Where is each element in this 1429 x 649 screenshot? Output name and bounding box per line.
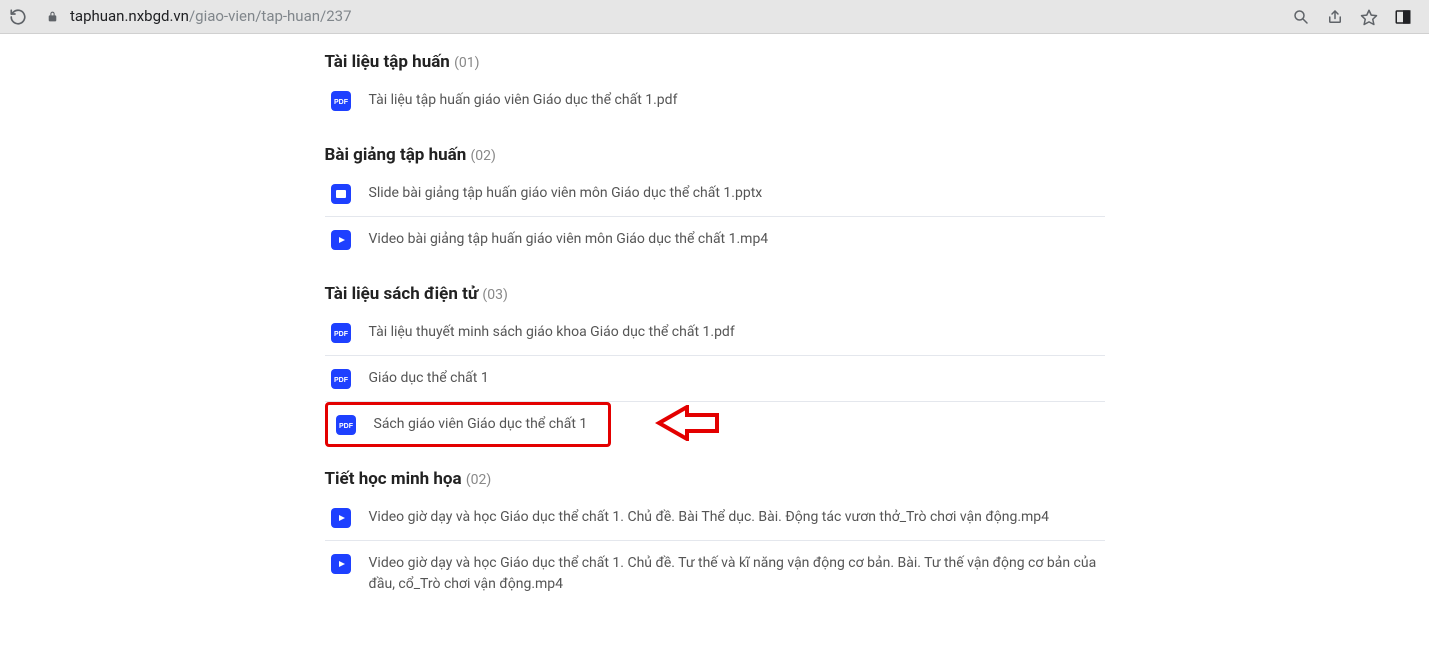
url-host: taphuan.nxbgd.vn xyxy=(70,9,189,24)
file-item[interactable]: Video giờ dạy và học Giáo dục thể chất 1… xyxy=(325,541,1105,607)
video-icon xyxy=(331,230,351,250)
url-path: /giao-vien/tap-huan/237 xyxy=(189,9,352,24)
pptx-icon xyxy=(331,184,351,204)
file-label: Tài liệu thuyết minh sách giáo khoa Giáo… xyxy=(369,322,735,343)
file-item[interactable]: PDF Tài liệu thuyết minh sách giáo khoa … xyxy=(325,310,1105,356)
section-count: (01) xyxy=(454,55,479,71)
video-icon xyxy=(331,554,351,574)
section-bai-giang-tap-huan: Bài giảng tập huấn (02) Slide bài giảng … xyxy=(325,145,1105,262)
file-label: Video giờ dạy và học Giáo dục thể chất 1… xyxy=(369,507,1050,528)
highlight-annotation: PDF Sách giáo viên Giáo dục thể chất 1 xyxy=(325,402,611,447)
svg-text:PDF: PDF xyxy=(339,423,353,430)
file-item[interactable]: Slide bài giảng tập huấn giáo viên môn G… xyxy=(325,171,1105,217)
section-tai-lieu-tap-huan: Tài liệu tập huấn (01) PDF Tài liệu tập … xyxy=(325,52,1105,123)
zoom-icon[interactable] xyxy=(1291,7,1311,27)
arrow-left-icon xyxy=(655,405,719,441)
section-header: Tài liệu sách điện tử (03) xyxy=(325,284,1105,310)
section-header: Tài liệu tập huấn (01) xyxy=(325,52,1105,78)
section-tai-lieu-sach-dien-tu: Tài liệu sách điện tử (03) PDF Tài liệu … xyxy=(325,284,1105,447)
file-label: Video giờ dạy và học Giáo dục thể chất 1… xyxy=(369,553,1099,595)
page-content: Tài liệu tập huấn (01) PDF Tài liệu tập … xyxy=(0,34,1429,629)
file-item[interactable]: PDF Tài liệu tập huấn giáo viên Giáo dục… xyxy=(325,78,1105,123)
file-label: Slide bài giảng tập huấn giáo viên môn G… xyxy=(369,183,763,204)
section-count: (02) xyxy=(466,472,491,488)
file-label: Tài liệu tập huấn giáo viên Giáo dục thể… xyxy=(369,90,678,111)
browser-address-bar: taphuan.nxbgd.vn/giao-vien/tap-huan/237 xyxy=(0,0,1429,34)
file-item[interactable]: PDF Giáo dục thể chất 1 xyxy=(325,356,1105,402)
file-label: Giáo dục thể chất 1 xyxy=(369,368,489,389)
svg-text:PDF: PDF xyxy=(334,377,348,384)
section-title: Bài giảng tập huấn xyxy=(325,145,467,165)
section-count: (03) xyxy=(482,287,507,303)
pdf-icon: PDF xyxy=(331,323,351,343)
section-tiet-hoc-minh-hoa: Tiết học minh họa (02) Video giờ dạy và … xyxy=(325,469,1105,607)
browser-actions xyxy=(1291,7,1421,27)
video-icon xyxy=(331,508,351,528)
section-header: Tiết học minh họa (02) xyxy=(325,469,1105,495)
url-display[interactable]: taphuan.nxbgd.vn/giao-vien/tap-huan/237 xyxy=(70,9,1291,24)
star-icon[interactable] xyxy=(1359,7,1379,27)
file-item[interactable]: PDF Sách giáo viên Giáo dục thể chất 1 xyxy=(330,407,606,442)
file-label: Sách giáo viên Giáo dục thể chất 1 xyxy=(374,414,588,435)
section-title: Tiết học minh họa xyxy=(325,469,462,489)
lock-icon xyxy=(44,9,60,25)
highlight-wrapper: PDF Sách giáo viên Giáo dục thể chất 1 xyxy=(325,402,1105,447)
pdf-icon: PDF xyxy=(336,415,356,435)
file-item[interactable]: Video bài giảng tập huấn giáo viên môn G… xyxy=(325,217,1105,262)
section-title: Tài liệu tập huấn xyxy=(325,52,450,72)
file-label: Video bài giảng tập huấn giáo viên môn G… xyxy=(369,229,769,250)
content-column: Tài liệu tập huấn (01) PDF Tài liệu tập … xyxy=(325,52,1105,629)
section-title: Tài liệu sách điện tử xyxy=(325,284,479,304)
sidepanel-icon[interactable] xyxy=(1393,7,1413,27)
pdf-icon: PDF xyxy=(331,369,351,389)
section-count: (02) xyxy=(471,148,496,164)
file-item[interactable]: Video giờ dạy và học Giáo dục thể chất 1… xyxy=(325,495,1105,541)
section-header: Bài giảng tập huấn (02) xyxy=(325,145,1105,171)
reload-icon[interactable] xyxy=(8,7,28,27)
svg-text:PDF: PDF xyxy=(334,99,348,106)
svg-text:PDF: PDF xyxy=(334,331,348,338)
share-icon[interactable] xyxy=(1325,7,1345,27)
pdf-icon: PDF xyxy=(331,91,351,111)
